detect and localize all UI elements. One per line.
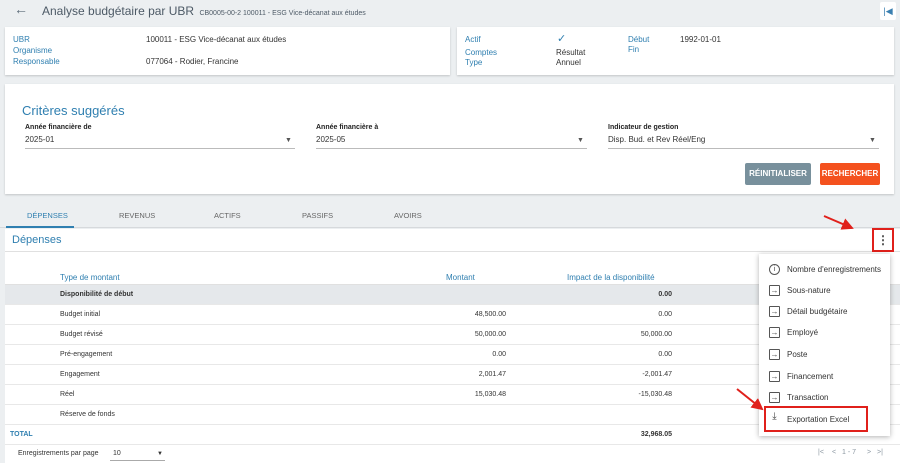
arrow-to-export [736,388,764,411]
arrow-to-kebab [823,215,854,230]
annotation-arrows [736,215,854,411]
